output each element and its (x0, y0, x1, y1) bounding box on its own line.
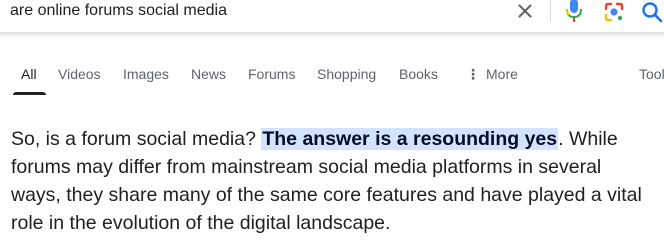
answer-highlight: The answer is a resounding yes (261, 128, 559, 150)
featured-answer: So, is a forum social media? The answer … (11, 125, 664, 237)
tab-more[interactable]: ⋮ More (466, 65, 518, 83)
tab-videos[interactable]: Videos (58, 65, 101, 83)
search-tabs: All Videos Images News Forums Shopping B… (0, 62, 664, 96)
tab-news[interactable]: News (191, 65, 226, 83)
answer-line-3: ways, they share many of the same core f… (11, 184, 642, 206)
search-results-page: are online forums social media All Video… (0, 0, 664, 248)
answer-line-4: role in the evolution of the digital lan… (11, 212, 391, 234)
more-vert-icon: ⋮ (466, 66, 480, 82)
tab-shopping[interactable]: Shopping (317, 65, 376, 83)
answer-question: So, is a forum social media? (11, 128, 262, 150)
tab-more-label: More (486, 66, 518, 82)
tab-images[interactable]: Images (123, 65, 169, 83)
mic-icon[interactable] (565, 0, 583, 24)
close-icon[interactable] (514, 0, 536, 22)
answer-line-2: forums may differ from mainstream social… (11, 156, 602, 178)
answer-line-1-tail: . While (558, 128, 618, 150)
answer-line-1: So, is a forum social media? The answer … (11, 125, 664, 153)
tab-books[interactable]: Books (399, 65, 438, 83)
search-divider (550, 0, 551, 22)
active-tab-indicator (13, 92, 46, 95)
tab-tools[interactable]: Tools (639, 65, 664, 83)
search-bar[interactable]: are online forums social media (0, 0, 664, 32)
search-input[interactable]: are online forums social media (10, 1, 227, 21)
search-icon[interactable] (640, 0, 664, 24)
tab-forums[interactable]: Forums (248, 65, 295, 83)
google-lens-icon[interactable] (602, 0, 626, 24)
tab-all[interactable]: All (21, 65, 37, 83)
